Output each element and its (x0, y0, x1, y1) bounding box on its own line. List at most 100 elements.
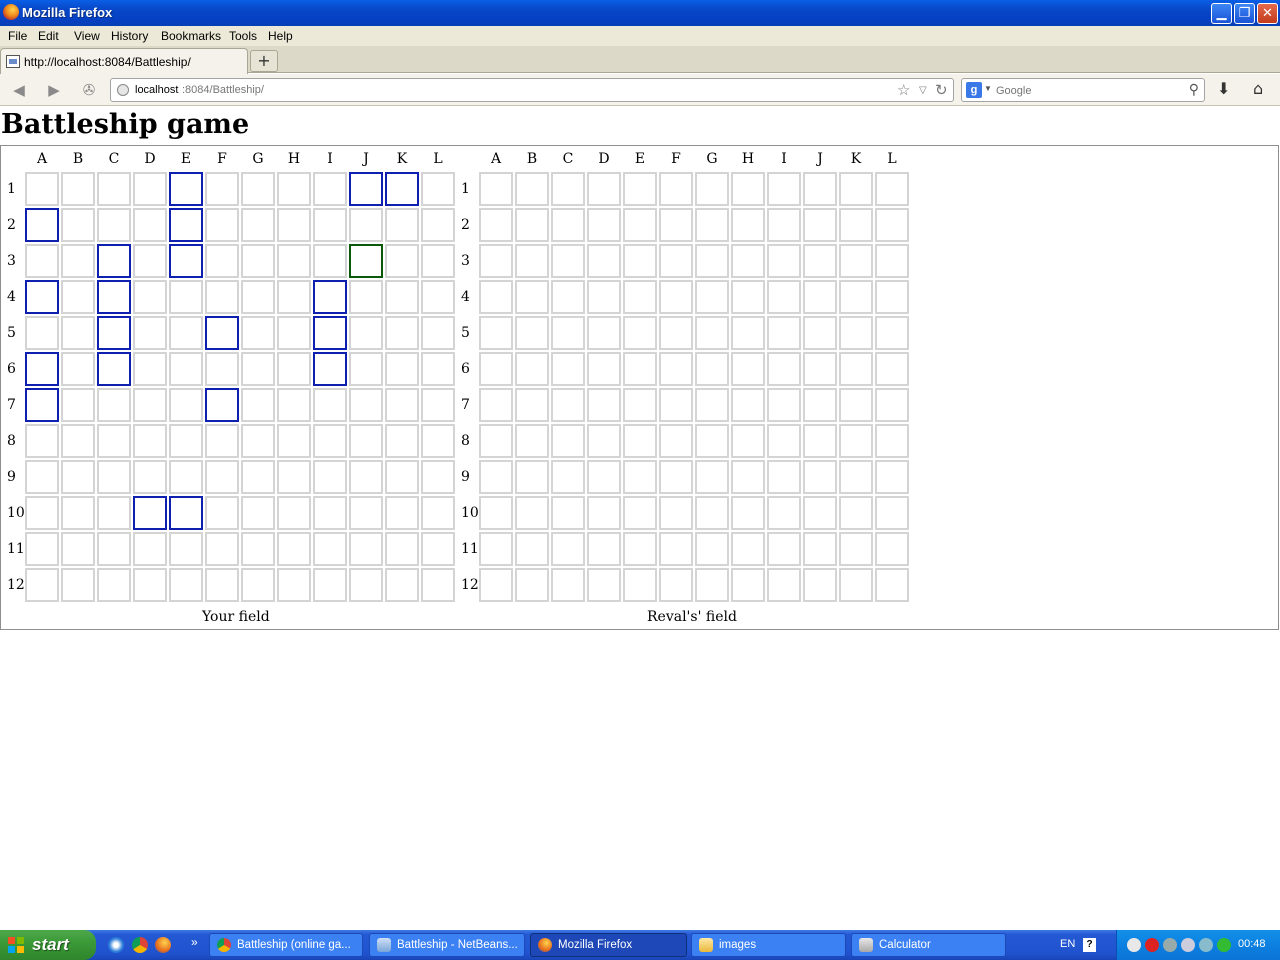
your-field-cell[interactable] (241, 352, 275, 386)
rival-field-cell[interactable] (731, 316, 765, 350)
your-field-cell[interactable] (25, 532, 59, 566)
your-field-cell[interactable] (133, 280, 167, 314)
your-field-cell[interactable] (169, 316, 203, 350)
rival-field-cell[interactable] (479, 244, 513, 278)
your-field-cell[interactable] (385, 172, 419, 206)
your-field-cell[interactable] (277, 316, 311, 350)
rival-field-cell[interactable] (551, 316, 585, 350)
rival-field-cell[interactable] (767, 208, 801, 242)
your-field-cell[interactable] (169, 424, 203, 458)
rival-field-cell[interactable] (731, 244, 765, 278)
your-field-cell[interactable] (385, 316, 419, 350)
your-field-cell[interactable] (205, 568, 239, 602)
your-field-cell[interactable] (61, 316, 95, 350)
rival-field-cell[interactable] (839, 352, 873, 386)
rival-field-cell[interactable] (695, 460, 729, 494)
search-icon[interactable]: ⚲ (1189, 81, 1199, 98)
rival-field-cell[interactable] (623, 280, 657, 314)
your-field-cell[interactable] (25, 172, 59, 206)
rival-field-cell[interactable] (803, 280, 837, 314)
your-field-cell[interactable] (241, 208, 275, 242)
your-field-cell[interactable] (349, 496, 383, 530)
rival-field-cell[interactable] (839, 244, 873, 278)
bookmark-star-icon[interactable]: ☆ (897, 81, 910, 99)
rival-field-cell[interactable] (551, 424, 585, 458)
your-field-cell[interactable] (277, 496, 311, 530)
rival-field-cell[interactable] (515, 568, 549, 602)
your-field-cell[interactable] (133, 460, 167, 494)
your-field-cell[interactable] (313, 316, 347, 350)
your-field-cell[interactable] (97, 244, 131, 278)
your-field-cell[interactable] (61, 532, 95, 566)
rival-field-cell[interactable] (659, 208, 693, 242)
rival-field-cell[interactable] (695, 532, 729, 566)
rival-field-cell[interactable] (623, 352, 657, 386)
rival-field-cell[interactable] (479, 532, 513, 566)
rival-field-cell[interactable] (551, 532, 585, 566)
your-field-cell[interactable] (313, 208, 347, 242)
your-field-cell[interactable] (313, 280, 347, 314)
your-field-cell[interactable] (133, 568, 167, 602)
rival-field-cell[interactable] (731, 496, 765, 530)
task-firefox[interactable]: Mozilla Firefox (530, 933, 687, 957)
your-field-cell[interactable] (349, 352, 383, 386)
rival-field-cell[interactable] (839, 172, 873, 206)
your-field-cell[interactable] (169, 172, 203, 206)
your-field-cell[interactable] (133, 172, 167, 206)
your-field-cell[interactable] (25, 280, 59, 314)
minimize-button[interactable]: ▁ (1211, 3, 1232, 24)
your-field-cell[interactable] (133, 352, 167, 386)
rival-field-cell[interactable] (551, 460, 585, 494)
task-chrome[interactable]: Battleship (online ga... (209, 933, 363, 957)
your-field-cell[interactable] (61, 424, 95, 458)
rival-field-cell[interactable] (623, 388, 657, 422)
your-field-cell[interactable] (241, 244, 275, 278)
rival-field-cell[interactable] (551, 208, 585, 242)
rival-field-cell[interactable] (515, 532, 549, 566)
your-field-cell[interactable] (277, 424, 311, 458)
rival-field-cell[interactable] (587, 388, 621, 422)
rival-field-cell[interactable] (839, 388, 873, 422)
your-field-cell[interactable] (205, 424, 239, 458)
your-field-cell[interactable] (169, 388, 203, 422)
rival-field-cell[interactable] (767, 388, 801, 422)
menu-file[interactable]: File (8, 29, 27, 43)
rival-field-cell[interactable] (803, 460, 837, 494)
rival-field-cell[interactable] (479, 568, 513, 602)
your-field-cell[interactable] (277, 172, 311, 206)
tab-battleship[interactable]: http://localhost:8084/Battleship/ (0, 48, 248, 74)
your-field-cell[interactable] (25, 460, 59, 494)
rival-field-cell[interactable] (551, 280, 585, 314)
rival-field-cell[interactable] (839, 568, 873, 602)
rival-field-cell[interactable] (803, 352, 837, 386)
your-field-cell[interactable] (313, 172, 347, 206)
rival-field-cell[interactable] (515, 208, 549, 242)
rival-field-cell[interactable] (803, 208, 837, 242)
your-field-cell[interactable] (421, 352, 455, 386)
rival-field-cell[interactable] (803, 496, 837, 530)
tray-usb-icon[interactable] (1199, 938, 1213, 952)
your-field-cell[interactable] (349, 316, 383, 350)
download-icon[interactable]: ⬇ (1217, 79, 1230, 98)
your-field-cell[interactable] (25, 208, 59, 242)
your-field-cell[interactable] (241, 172, 275, 206)
rival-field-cell[interactable] (587, 352, 621, 386)
your-field-cell[interactable] (313, 424, 347, 458)
your-field-cell[interactable] (277, 352, 311, 386)
restore-button[interactable]: ❐ (1234, 3, 1255, 24)
rival-field-cell[interactable] (767, 460, 801, 494)
rival-field-cell[interactable] (875, 244, 909, 278)
rival-field-cell[interactable] (839, 316, 873, 350)
rival-field-cell[interactable] (839, 460, 873, 494)
your-field-cell[interactable] (241, 532, 275, 566)
your-field-cell[interactable] (385, 244, 419, 278)
rival-field-cell[interactable] (551, 568, 585, 602)
firefox-quicklaunch-icon[interactable] (155, 937, 171, 953)
rival-field-cell[interactable] (731, 172, 765, 206)
google-engine-icon[interactable]: g (966, 82, 982, 98)
your-field-cell[interactable] (277, 460, 311, 494)
rival-field-cell[interactable] (803, 316, 837, 350)
your-field-cell[interactable] (205, 316, 239, 350)
your-field-cell[interactable] (25, 424, 59, 458)
your-field-cell[interactable] (277, 280, 311, 314)
